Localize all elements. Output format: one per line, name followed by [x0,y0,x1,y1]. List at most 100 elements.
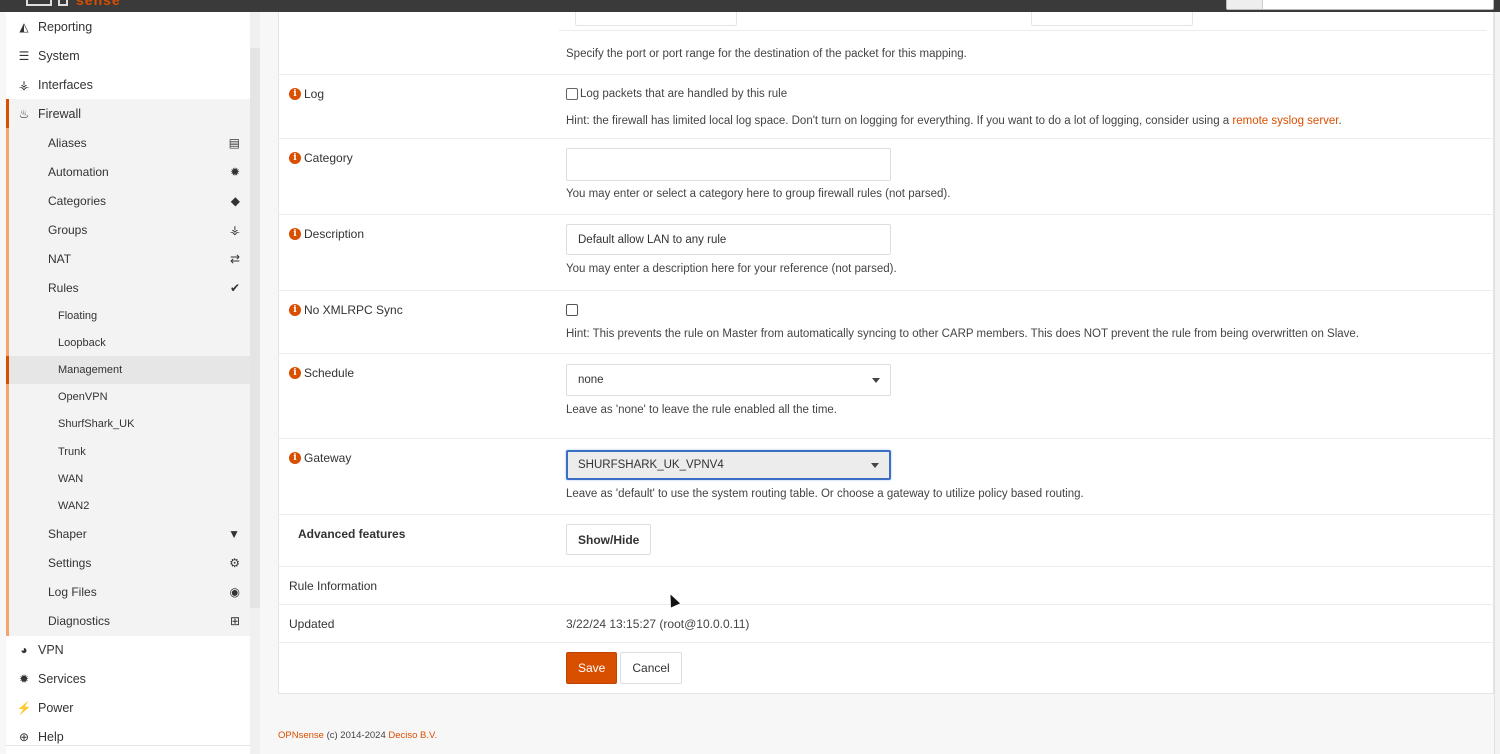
search-icon [1227,0,1263,9]
rule-edit-form: any any Specify the port or port range f… [278,0,1495,694]
sidebar-item-log-files[interactable]: Log Files ◉ [9,578,250,607]
sidebar-item-label: VPN [38,643,64,657]
remote-syslog-link[interactable]: remote syslog server [1232,115,1338,127]
category-hint: You may enter or select a category here … [566,188,951,200]
top-navbar: sense [0,0,1500,12]
chevron-down-icon [872,378,880,383]
sidebar-item-trunk[interactable]: Trunk [9,438,250,465]
schedule-select-value: none [578,374,604,386]
sidebar-item-categories[interactable]: Categories ◆ [9,186,250,215]
info-icon[interactable]: i [289,228,301,240]
log-hint-text: Hint: the firewall has limited local log… [566,115,1233,127]
sidebar-item-automation[interactable]: Automation ✹ [9,157,250,186]
form-row-rule-information: Rule Information [279,567,1495,605]
sidebar-item-management[interactable]: Management [6,356,250,384]
sidebar-item-reporting[interactable]: ◭ Reporting [6,12,250,41]
form-row-log: i Log Log packets that are handled by th… [279,75,1495,139]
info-icon[interactable]: i [289,152,301,164]
gateway-select[interactable]: SHURFSHARK_UK_VPNV4 [566,450,891,480]
form-row-description: i Description Default allow LAN to any r… [279,215,1495,291]
sidebar-item-settings[interactable]: Settings ⚙ [9,549,250,578]
life-ring-icon: ⊕ [18,730,30,744]
sidebar-item-system[interactable]: ☰ System [6,41,250,70]
search-box[interactable] [1226,0,1494,10]
sidebar-item-loopback[interactable]: Loopback [9,329,250,356]
area-chart-icon: ◭ [19,19,29,34]
log-label: i Log [289,87,324,101]
sidebar-item-label: NAT [48,251,72,266]
sidebar-item-wan2[interactable]: WAN2 [9,492,250,519]
sidebar-item-label: Shaper [48,527,87,541]
opnsense-logo[interactable]: sense [26,0,166,8]
sidebar-item-shurfshark-uk[interactable]: ShurfShark_UK [9,411,250,438]
sidebar-item-label: Interfaces [38,77,93,92]
sidebar-item-label: System [38,48,80,63]
sidebar-item-power[interactable]: ⚡ Power [6,693,250,723]
divider [559,30,1487,31]
description-hint: You may enter a description here for you… [566,263,897,275]
page-scrollbar[interactable] [1494,12,1500,754]
sidebar-item-rules[interactable]: Rules ✔ [9,273,250,302]
sidebar-item-label: Reporting [38,19,93,34]
schedule-select[interactable]: none [566,364,891,396]
sidebar-item-groups[interactable]: Groups ⚶ [9,215,250,244]
sidebar-item-openvpn[interactable]: OpenVPN [9,384,250,411]
description-input[interactable]: Default allow LAN to any rule [566,224,891,255]
form-row-category: i Category You may enter or select a cat… [279,139,1495,215]
gateway-select-value: SHURFSHARK_UK_VPNV4 [578,459,724,471]
exchange-icon: ⇄ [229,251,240,266]
sidebar-item-aliases[interactable]: Aliases ▤ [9,128,250,157]
sidebar-item-label: Trunk [58,445,86,458]
category-label-text: Category [304,151,353,165]
gateway-label-text: Gateway [304,451,352,465]
sidebar-item-label: Floating [58,309,98,322]
updated-label: Updated [289,617,335,631]
advanced-features-label: Advanced features [298,527,406,541]
info-icon[interactable]: i [289,88,301,100]
eye-icon: ◉ [229,585,240,599]
schedule-label: i Schedule [289,366,354,380]
deciso-link[interactable]: Deciso B.V. [388,730,437,741]
sidebar-item-label: Firewall [38,106,82,121]
sitemap-icon: ⚶ [229,222,240,237]
sidebar-scrollbar-thumb[interactable] [250,48,260,608]
cogs-icon: ⚙ [229,556,240,570]
form-row-no-xmlrpc-sync: i No XMLRPC Sync Hint: This prevents the… [279,291,1495,354]
fire-icon: ♨ [18,106,30,121]
info-icon[interactable]: i [289,304,301,316]
firewall-submenu: Aliases ▤ Automation ✹ Categories ◆ Grou… [6,128,250,636]
sidebar-item-floating[interactable]: Floating [9,302,250,329]
filter-icon: ▼ [228,527,240,541]
rule-information-label: Rule Information [289,579,378,593]
sidebar-item-firewall[interactable]: ♨ Firewall [6,99,250,128]
no-xmlrpc-sync-checkbox[interactable] [566,304,578,316]
sitemap-icon: ⚶ [18,77,30,92]
sidebar-item-label: WAN [58,472,84,485]
logo-mark-2 [58,0,68,6]
server-icon: ☰ [18,48,30,63]
sidebar-scrollbar[interactable] [250,12,260,754]
no-xmlrpc-sync-hint: Hint: This prevents the rule on Master f… [566,328,1360,340]
globe-icon: ◕ [20,643,28,657]
sidebar-item-interfaces[interactable]: ⚶ Interfaces [6,70,250,99]
sidebar-item-wan[interactable]: WAN [9,465,250,492]
sidebar-item-diagnostics[interactable]: Diagnostics ⊞ [9,607,250,636]
log-hint-suffix: . [1338,115,1342,127]
form-row-gateway: i Gateway SHURFSHARK_UK_VPNV4 Leave as '… [279,439,1495,515]
info-icon[interactable]: i [289,367,301,379]
log-checkbox[interactable] [566,88,578,100]
sidebar-item-shaper[interactable]: Shaper ▼ [9,520,250,549]
save-button[interactable]: Save [566,652,618,684]
info-icon[interactable]: i [289,452,301,464]
sidebar-item-label: Management [58,363,123,376]
cancel-button[interactable]: Cancel [620,652,682,684]
show-hide-button[interactable]: Show/Hide [566,524,652,555]
sidebar-item-help[interactable]: ⊕ Help [6,722,250,752]
category-input[interactable] [566,148,891,181]
sidebar-item-services[interactable]: ✹ Services [6,664,250,694]
sidebar-item-vpn[interactable]: ◕ VPN [6,635,250,665]
sidebar-item-nat[interactable]: NAT ⇄ [9,244,250,273]
log-checkbox-label[interactable]: Log packets that are handled by this rul… [580,88,787,100]
opnsense-link[interactable]: OPNsense [278,730,324,741]
logo-text: sense [76,0,121,8]
